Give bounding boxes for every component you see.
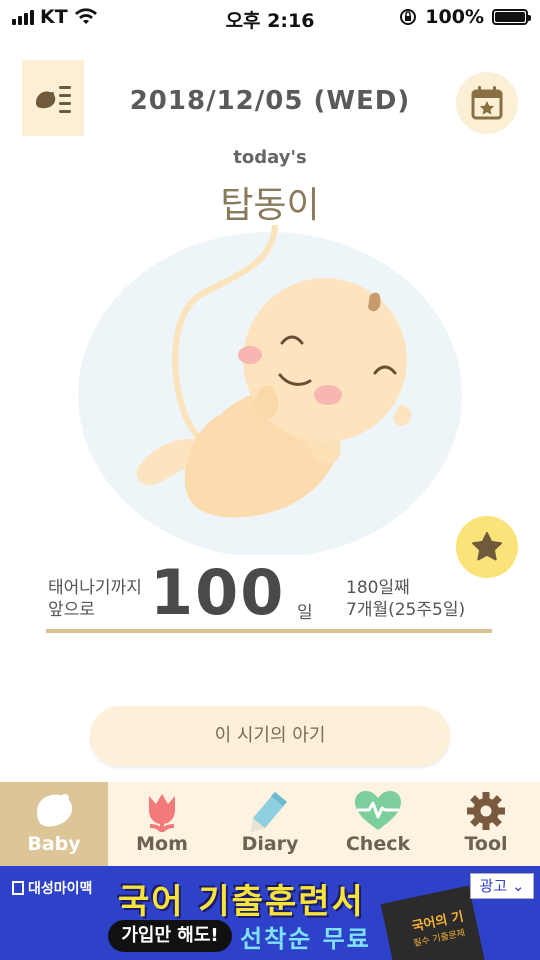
ad-headline: 국어 기출훈련서 <box>118 882 365 922</box>
ad-subtext: 선착순 무료 <box>240 925 371 953</box>
chevron-down-icon: ⌄ <box>511 877 525 895</box>
battery-fill <box>495 12 525 22</box>
days-remaining: 100 <box>150 556 286 629</box>
baby-this-period-button[interactable]: 이 시기의 아기 <box>90 706 450 766</box>
current-date: 2018/12/05 (WED) <box>129 86 411 116</box>
tab-check[interactable]: Check <box>324 782 432 866</box>
tab-tool[interactable]: Tool <box>432 782 540 866</box>
tab-baby[interactable]: Baby <box>0 782 108 866</box>
baby-name: 탑동이 <box>220 185 320 226</box>
pencil-icon <box>251 792 287 832</box>
orientation-lock-icon <box>400 9 417 25</box>
tab-mom-label: Mom <box>136 833 188 855</box>
ad-brand: 대성마이맥 <box>12 878 92 898</box>
pregnancy-progress-text: 180일째 7개월(25주5일) <box>346 577 465 621</box>
tab-baby-label: Baby <box>27 833 81 855</box>
tab-diary-label: Diary <box>241 833 299 855</box>
countdown-left-text: 태어나기까지 앞으로 <box>48 577 142 621</box>
status-bar: KT 오후 2:16 100% <box>0 0 540 36</box>
tab-diary[interactable]: Diary <box>216 782 324 866</box>
gear-icon <box>467 792 505 830</box>
fetus-illustration <box>78 225 462 555</box>
star-icon <box>472 532 502 561</box>
ad-brand-logo-icon <box>12 881 24 895</box>
todays-label: today's <box>233 147 307 168</box>
baby-icon <box>37 794 73 827</box>
favorite-button[interactable] <box>456 516 518 578</box>
tulip-icon <box>149 794 175 832</box>
battery-icon <box>492 9 531 25</box>
pregnancy-day-count: 180일째 <box>346 578 410 598</box>
days-unit: 일 <box>297 603 313 623</box>
memo-button[interactable] <box>22 60 84 140</box>
pregnancy-month-week: 7개월(25주5일) <box>346 600 466 620</box>
countdown-left-line1: 태어나기까지 <box>48 578 142 598</box>
tab-tool-label: Tool <box>464 833 508 855</box>
ad-choices-badge[interactable]: 광고 ⌄ <box>470 873 534 899</box>
ad-pill: 가입만 해도! <box>108 920 232 952</box>
ad-brand-text: 대성마이맥 <box>28 881 93 897</box>
bottom-tab-bar: Baby Mom Diary Check Tool <box>0 782 540 866</box>
tab-mom[interactable]: Mom <box>108 782 216 866</box>
memo-zigzag-edge <box>22 132 84 140</box>
heartbeat-icon <box>355 791 401 830</box>
countdown-divider <box>46 629 492 633</box>
countdown-left-line2: 앞으로 <box>48 600 95 620</box>
fetus-list-icon <box>36 86 71 113</box>
calendar-star-icon <box>471 86 503 120</box>
tab-check-label: Check <box>345 833 411 855</box>
battery-percent: 100% <box>425 6 484 28</box>
ad-banner[interactable]: 대성마이맥 국어 기출훈련서 가입만 해도! 선착순 무료 국어의 기 필수 기… <box>0 866 540 960</box>
ad-badge-label: 광고 <box>479 877 508 895</box>
status-right: 100% <box>399 6 531 28</box>
calendar-button[interactable] <box>456 72 518 134</box>
